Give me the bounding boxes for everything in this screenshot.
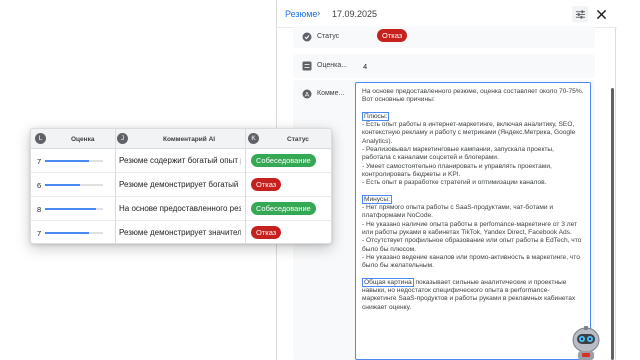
status-badge[interactable]: Отказ: [251, 178, 282, 191]
comment-cons-item: - Не указано ведение каналов или промо-а…: [362, 253, 580, 270]
breadcrumb-current: 17.09.2025: [332, 9, 378, 19]
records-table-card: L Оценка J Комментарий AI K Статус 7 Резю…: [30, 128, 332, 244]
close-button[interactable]: [593, 6, 609, 22]
status-field-label: Статус: [317, 33, 340, 40]
comment-field: A Комме... На основе предоставленного ре…: [293, 80, 595, 360]
score-progress-fill: [45, 208, 97, 210]
table-row[interactable]: 6 Резюме демонстрирует богатый опыт Отказ: [31, 173, 331, 197]
column-header-status[interactable]: Статус: [287, 136, 309, 143]
score-icon: [302, 61, 312, 71]
comment-pros-title: Плюсы:: [362, 111, 390, 121]
comment-field-label: Комме...: [317, 90, 345, 97]
score-value: 6: [37, 181, 42, 190]
comment-cons-title: Минусы:: [362, 194, 392, 204]
settings-button[interactable]: [572, 6, 588, 22]
column-letter: K: [248, 133, 259, 144]
ai-comment-cell[interactable]: Резюме демонстрирует значительный опыт: [119, 228, 241, 237]
column-header-ai-comment[interactable]: Комментарий AI: [163, 136, 215, 143]
score-progress-fill: [45, 184, 80, 186]
comment-pros-item: - Умеет самостоятельно планировать и упр…: [362, 162, 552, 178]
status-badge[interactable]: Собеседование: [251, 154, 316, 167]
breadcrumb-link[interactable]: Резюме: [285, 9, 317, 19]
comment-summary-lead: Общая картина: [362, 277, 414, 287]
score-value: 7: [37, 157, 42, 166]
close-icon: [596, 9, 606, 19]
comment-pros-item: - Есть опыт работы в интернет-маркетинге…: [362, 121, 576, 145]
score-field-label: Оценка...: [317, 62, 348, 69]
ai-comment-cell[interactable]: Резюме содержит богатый опыт работы: [119, 156, 241, 165]
column-header-score[interactable]: Оценка: [71, 136, 94, 143]
comment-cons-item: - Отсутствует профильное образование или…: [362, 237, 582, 253]
comment-textarea[interactable]: На основе предоставленного резюме, оценк…: [355, 82, 591, 360]
robot-mascot-icon: [572, 326, 600, 360]
status-icon: [302, 32, 312, 42]
column-letter: J: [117, 133, 128, 144]
comment-cons-item: - Не указано наличие опыта работы в perf…: [362, 220, 578, 237]
score-progress-fill: [45, 232, 89, 234]
table-header: L Оценка J Комментарий AI K Статус: [31, 129, 331, 149]
score-value: 7: [37, 229, 42, 238]
score-progress-bar: [45, 208, 103, 210]
table-row[interactable]: 7 Резюме содержит богатый опыт работы Собе…: [31, 149, 331, 173]
table-row[interactable]: 8 На основе предоставленного резюме Собесе…: [31, 197, 331, 221]
score-progress-bar: [45, 232, 103, 234]
table-row[interactable]: 7 Резюме демонстрирует значительный опыт О…: [31, 221, 331, 243]
svg-text:A: A: [305, 90, 310, 98]
ai-comment-cell[interactable]: На основе предоставленного резюме: [119, 204, 241, 213]
comment-icon: A: [302, 89, 312, 99]
status-field: Статус Отказ: [293, 26, 595, 48]
panel-scrollbar[interactable]: [611, 88, 614, 360]
ai-comment-cell[interactable]: Резюме демонстрирует богатый опыт: [119, 180, 241, 189]
comment-cons-item: - Нет прямого опыта работы с SaaS-продук…: [362, 204, 554, 220]
score-field: Оценка... 4: [293, 54, 595, 78]
comment-pros-item: - Реализовывал маркетинговые кампании, з…: [362, 146, 555, 162]
panel-header: Резюме › 17.09.2025: [277, 0, 617, 28]
breadcrumb-separator: ›: [317, 8, 321, 19]
score-progress-bar: [45, 160, 103, 162]
score-progress-fill: [45, 160, 89, 162]
score-value: 8: [37, 205, 42, 214]
comment-summary: Общая картина показывает сильные аналити…: [362, 277, 584, 312]
column-divider: [245, 129, 246, 243]
column-divider: [115, 129, 116, 243]
score-field-value[interactable]: 4: [363, 62, 367, 71]
status-badge[interactable]: Отказ: [377, 29, 408, 42]
sliders-icon: [575, 9, 585, 19]
column-letter: L: [35, 133, 46, 144]
comment-intro: На основе предоставленного резюме, оценк…: [362, 88, 584, 104]
score-progress-bar: [45, 184, 103, 186]
status-badge[interactable]: Отказ: [251, 226, 282, 239]
comment-pros-item: - Есть опыт в разработке стратегий и опт…: [362, 179, 547, 187]
status-badge[interactable]: Собеседование: [251, 202, 316, 215]
